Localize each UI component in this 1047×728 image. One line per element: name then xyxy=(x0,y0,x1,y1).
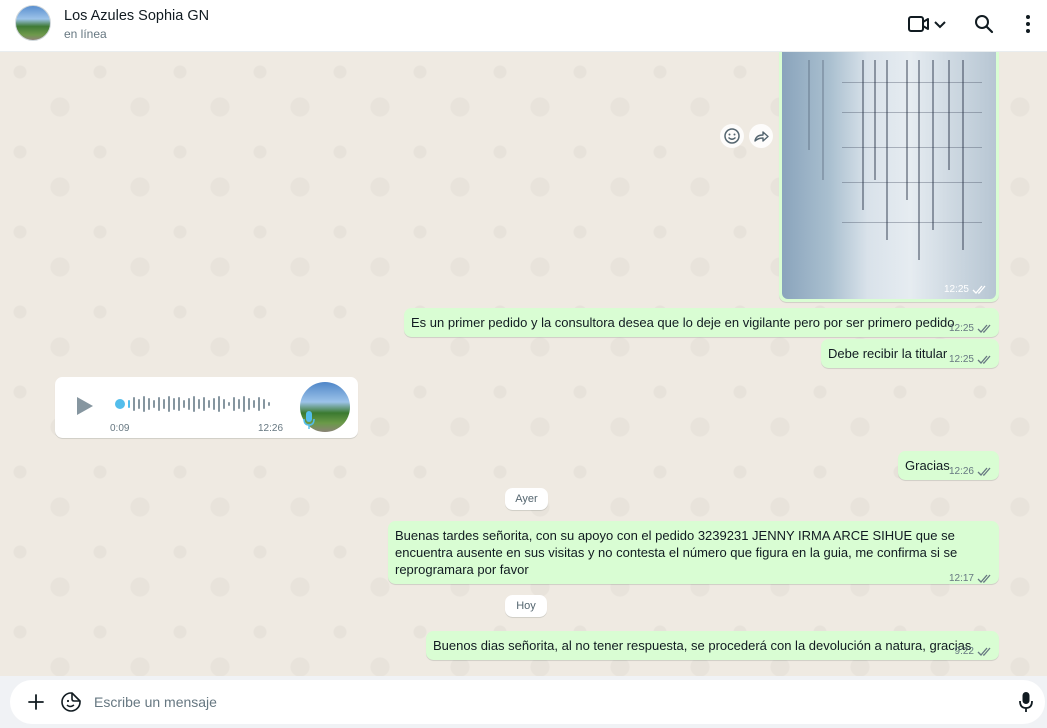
message-text: Buenas tardes señorita, con su apoyo con… xyxy=(395,528,958,577)
microphone-icon xyxy=(1019,692,1033,712)
contact-status: en línea xyxy=(64,27,107,41)
outgoing-message[interactable]: Gracias 12:26 xyxy=(898,451,999,480)
message-meta: 12:17 xyxy=(949,570,993,587)
search-icon xyxy=(975,15,994,34)
message-text: Buenos dias señorita, al no tener respue… xyxy=(433,638,972,653)
contact-name[interactable]: Los Azules Sophia GN xyxy=(64,8,209,24)
read-ticks-icon xyxy=(977,647,991,656)
message-time: 9:22 xyxy=(954,646,974,657)
date-divider: Ayer xyxy=(505,488,548,510)
message-meta: 12:25 xyxy=(949,351,993,368)
play-icon[interactable] xyxy=(73,395,95,417)
contact-avatar[interactable] xyxy=(15,5,51,41)
message-time: 12:25 xyxy=(948,354,974,365)
react-button[interactable] xyxy=(720,124,744,148)
message-time: 12:26 xyxy=(258,423,284,434)
chat-header: Los Azules Sophia GN en línea xyxy=(0,0,1047,52)
outgoing-message[interactable]: Buenos dias señorita, al no tener respue… xyxy=(426,631,999,660)
image-message[interactable]: 12:25 xyxy=(779,52,999,302)
video-call-button[interactable] xyxy=(906,12,950,36)
message-text: Es un primer pedido y la consultora dese… xyxy=(411,315,955,330)
search-button[interactable] xyxy=(973,12,995,36)
voice-duration: 0:09 xyxy=(110,423,130,434)
composer-bar xyxy=(0,676,1047,728)
read-ticks-icon xyxy=(977,355,991,364)
plus-icon xyxy=(28,694,44,710)
message-text: Gracias xyxy=(905,458,950,473)
forward-button[interactable] xyxy=(749,124,773,148)
message-time: 12:17 xyxy=(948,573,974,584)
menu-icon xyxy=(1026,15,1030,33)
message-time: 12:25 xyxy=(948,323,974,334)
message-text: Debe recibir la titular xyxy=(828,346,948,361)
date-divider: Hoy xyxy=(505,595,547,617)
message-input[interactable] xyxy=(94,687,994,717)
image-meta: 12:25 xyxy=(944,284,988,295)
chevron-down-icon xyxy=(934,21,946,29)
message-meta: 12:26 xyxy=(949,463,993,480)
message-time: 12:26 xyxy=(948,466,974,477)
read-ticks-icon xyxy=(977,574,991,583)
outgoing-message[interactable]: Buenas tardes señorita, con su apoyo con… xyxy=(388,521,999,584)
menu-button[interactable] xyxy=(1020,12,1036,36)
voice-record-button[interactable] xyxy=(1015,691,1037,713)
voice-message[interactable]: 0:09 12:26 xyxy=(55,377,358,438)
message-meta: 12:25 xyxy=(949,320,993,337)
emoji-button[interactable] xyxy=(60,691,82,713)
message-list[interactable]: 12:25 Es un primer pedido y la consultor… xyxy=(0,52,1047,676)
microphone-icon xyxy=(303,411,315,429)
document-photo[interactable]: 12:25 xyxy=(782,52,996,299)
video-call-icon xyxy=(908,16,946,32)
composer xyxy=(10,680,1045,724)
waveform[interactable] xyxy=(115,394,275,414)
message-meta: 9:22 xyxy=(955,643,993,660)
emoji-icon xyxy=(724,128,740,144)
attach-button[interactable] xyxy=(25,691,47,713)
outgoing-message[interactable]: Debe recibir la titular 12:25 xyxy=(821,339,999,368)
outgoing-message[interactable]: Es un primer pedido y la consultora dese… xyxy=(404,308,999,337)
read-ticks-icon xyxy=(977,324,991,333)
read-ticks-icon xyxy=(972,285,986,294)
sticker-icon xyxy=(61,692,81,712)
image-time: 12:25 xyxy=(943,284,969,295)
forward-icon xyxy=(754,131,769,142)
read-ticks-icon xyxy=(977,467,991,476)
